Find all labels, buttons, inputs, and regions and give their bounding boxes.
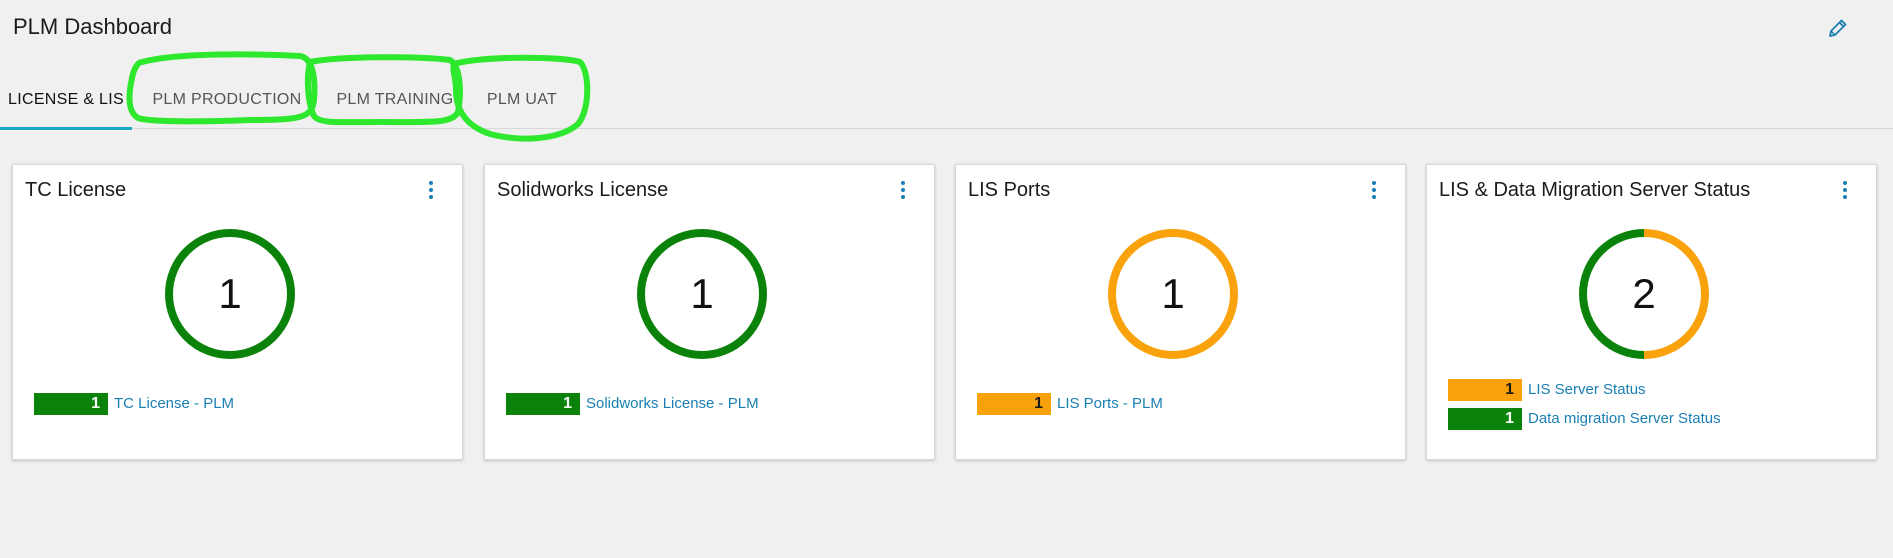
- legend-link[interactable]: TC License - PLM: [114, 395, 234, 412]
- card-title: LIS Ports: [968, 179, 1051, 201]
- kebab-menu-icon[interactable]: [1369, 181, 1379, 203]
- legend-link[interactable]: Solidworks License - PLM: [586, 395, 759, 412]
- card-title: LIS & Data Migration Server Status: [1439, 179, 1751, 201]
- legend-count: 1: [1448, 408, 1522, 430]
- card-title: Solidworks License: [497, 179, 669, 201]
- tab-license-lis[interactable]: LICENSE & LIS: [0, 70, 132, 130]
- legend-count: 1: [34, 393, 108, 415]
- legend-link[interactable]: Data migration Server Status: [1528, 410, 1721, 427]
- card-lis-data-migration-status: LIS & Data Migration Server Status 2 1 L…: [1426, 164, 1877, 460]
- page-header: PLM Dashboard: [0, 0, 1893, 58]
- card-tc-license: TC License 1 1 TC License - PLM: [12, 164, 463, 460]
- kebab-menu-icon[interactable]: [426, 181, 436, 203]
- donut-total: 2: [1632, 270, 1656, 317]
- legend-count: 1: [977, 393, 1051, 415]
- legend-link[interactable]: LIS Ports - PLM: [1057, 395, 1163, 412]
- page-title: PLM Dashboard: [13, 14, 172, 39]
- donut-total: 1: [218, 270, 242, 317]
- card-solidworks-license: Solidworks License 1 1 Solidworks Licens…: [484, 164, 935, 460]
- tab-bar: LICENSE & LIS PLM PRODUCTION PLM TRAININ…: [0, 70, 1893, 130]
- legend-count: 1: [1448, 379, 1522, 401]
- donut-total: 1: [1161, 270, 1185, 317]
- tab-plm-training[interactable]: PLM TRAINING: [320, 70, 470, 128]
- card-title: TC License: [25, 179, 127, 201]
- kebab-menu-icon[interactable]: [898, 181, 908, 203]
- donut-total: 1: [690, 270, 714, 317]
- tab-plm-production[interactable]: PLM PRODUCTION: [134, 70, 320, 128]
- card-lis-ports: LIS Ports 1 1 LIS Ports - PLM: [955, 164, 1406, 460]
- pencil-icon[interactable]: [1826, 16, 1850, 40]
- legend-count: 1: [506, 393, 580, 415]
- tab-plm-uat[interactable]: PLM UAT: [466, 70, 578, 128]
- legend-link[interactable]: LIS Server Status: [1528, 381, 1646, 398]
- kebab-menu-icon[interactable]: [1840, 181, 1850, 203]
